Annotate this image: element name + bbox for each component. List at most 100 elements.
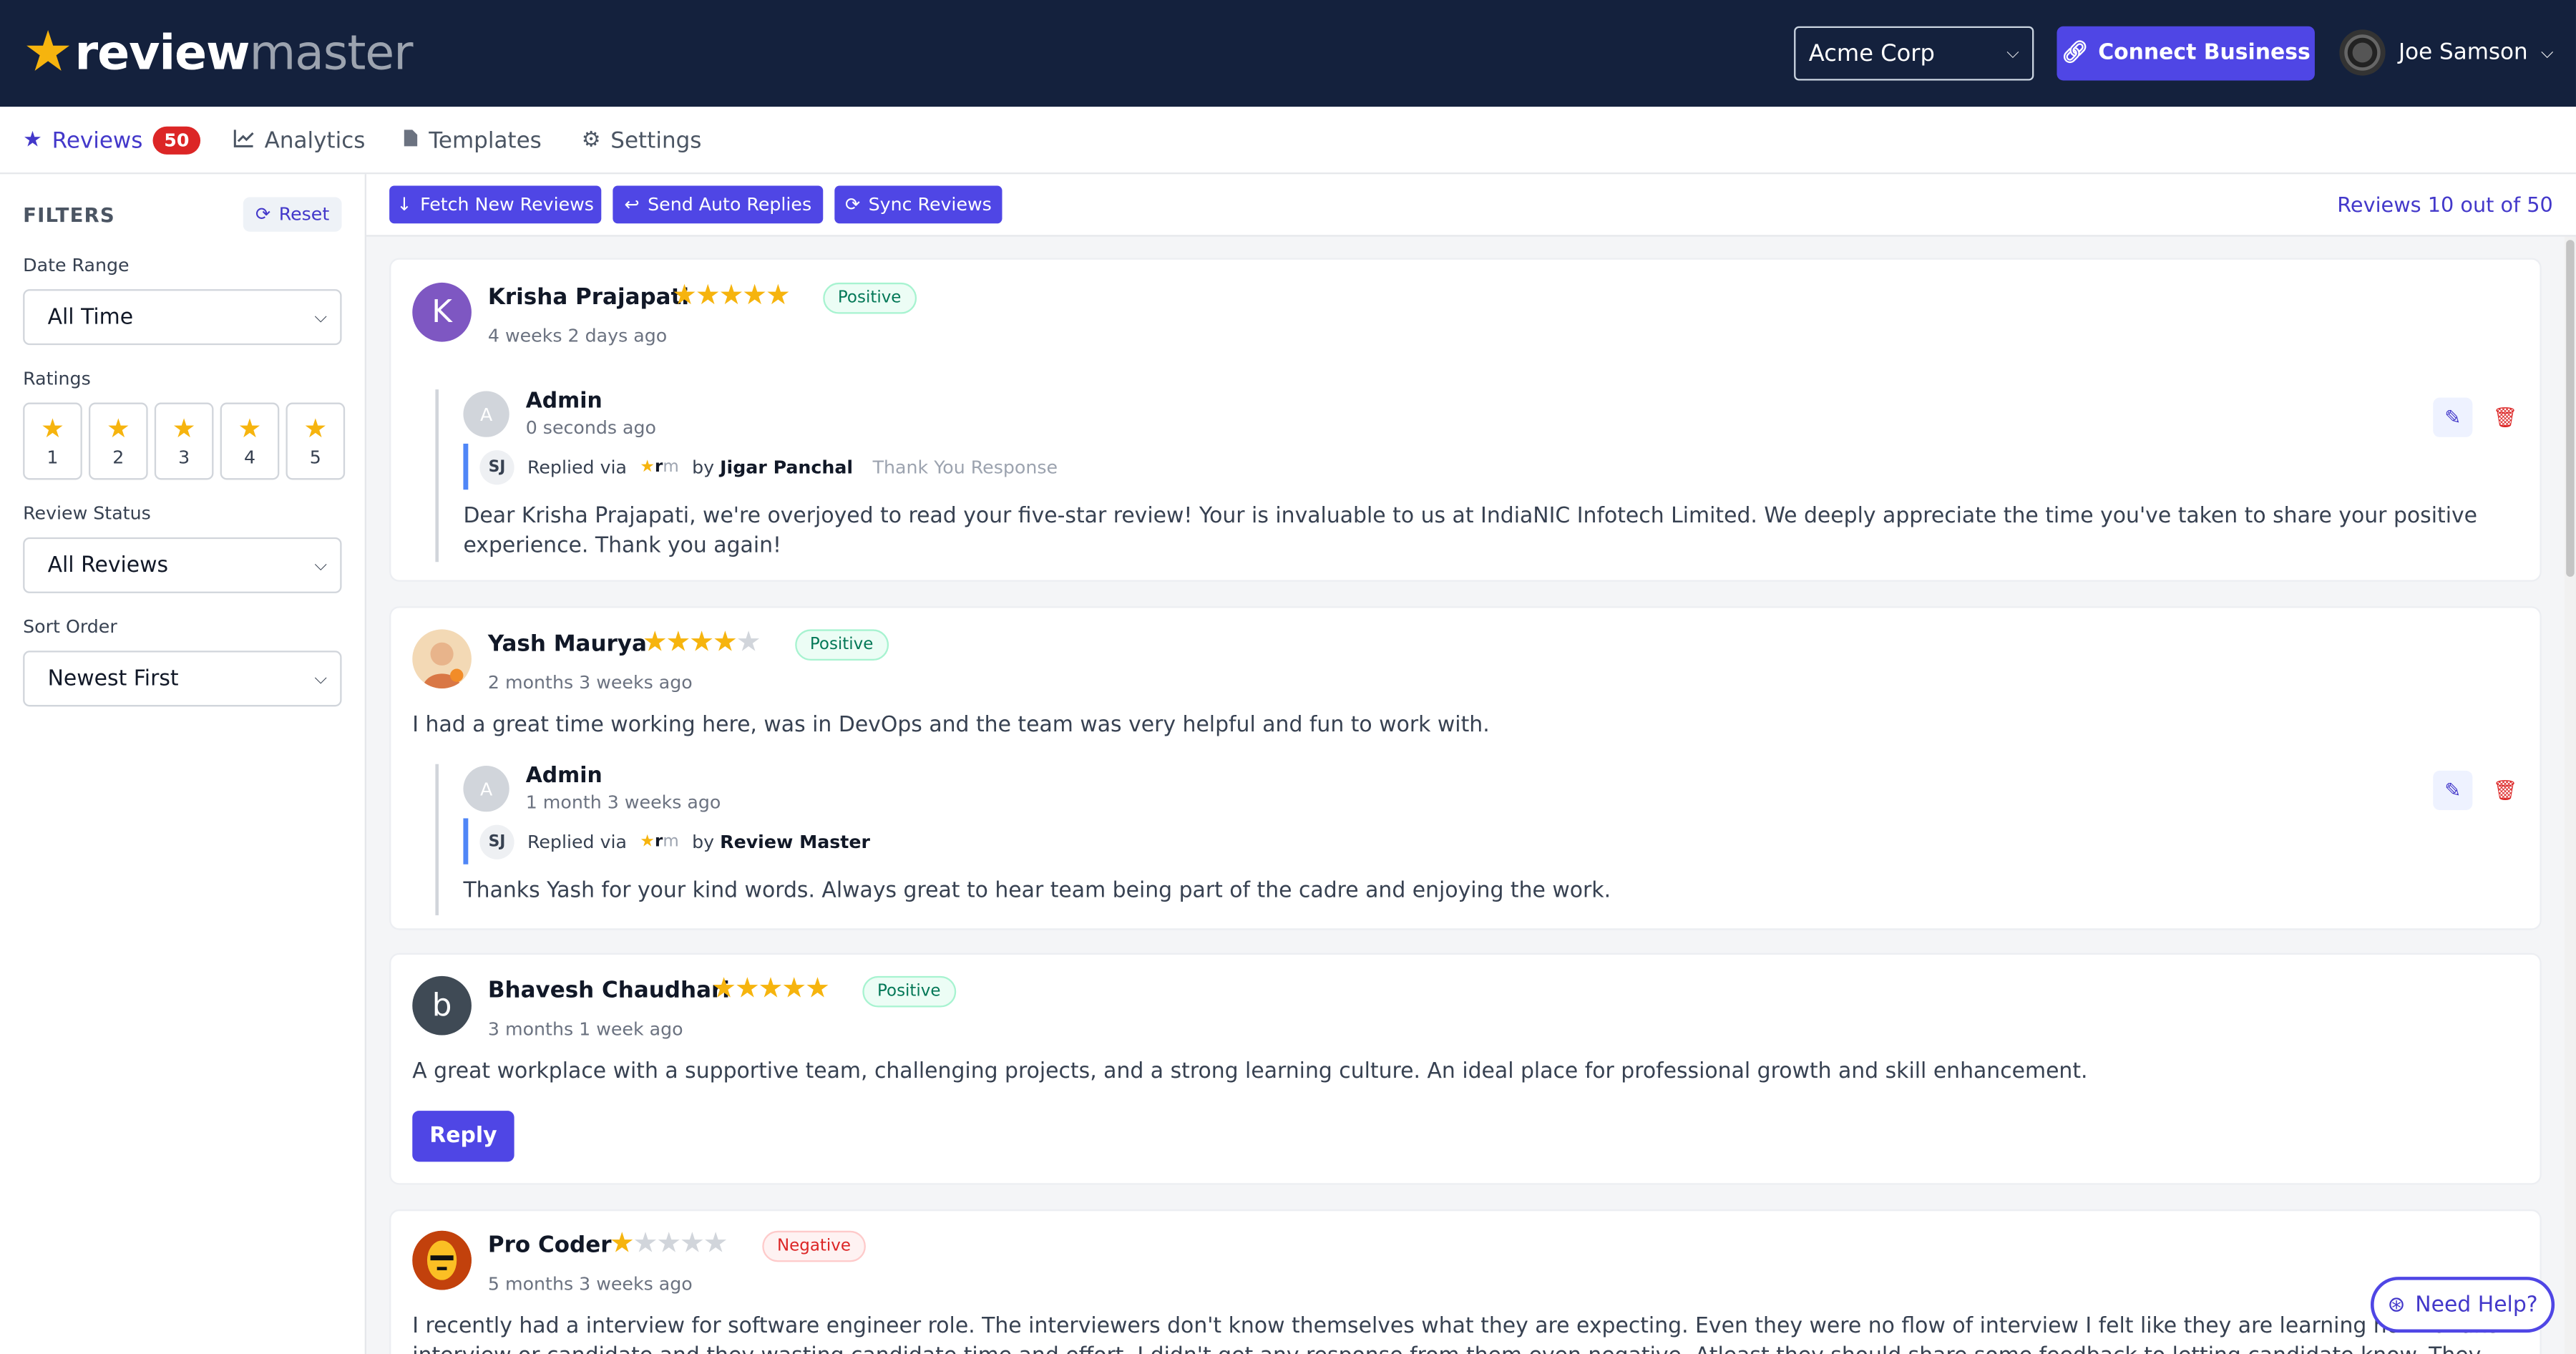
replier-initials: SJ — [479, 824, 514, 859]
need-help-button[interactable]: ⊛ Need Help? — [2370, 1277, 2555, 1333]
replier-name: Review Master — [720, 830, 870, 852]
chart-line-icon — [233, 127, 255, 154]
user-menu[interactable]: Joe Samson ⌵ — [2339, 29, 2553, 76]
connect-business-button[interactable]: 🔗︎ Connect Business — [2057, 26, 2315, 81]
logo-star-icon: ★ — [23, 19, 74, 86]
review-time: 2 months 3 weeks ago — [487, 672, 693, 693]
review-time: 4 weeks 2 days ago — [487, 325, 668, 347]
review-master-mini-logo: ★ r m — [640, 832, 679, 851]
sort-order-label: Sort Order — [23, 616, 117, 638]
tab-analytics[interactable]: Analytics — [233, 107, 365, 174]
sync-icon: ⟳ — [844, 193, 861, 215]
rating-filter-label: 5 — [309, 446, 321, 468]
reset-filters-button[interactable]: ⟳ Reset — [243, 197, 342, 232]
tab-reviews[interactable]: ★ Reviews 50 — [23, 107, 201, 174]
admin-avatar: A — [463, 765, 509, 812]
reviews-toolbar: ↓ Fetch New Reviews ↩ Send Auto Replies … — [366, 174, 2576, 237]
chevron-down-icon: ⌵ — [2006, 44, 2019, 63]
admin-name: Admin — [525, 764, 602, 789]
sync-label: Sync Reviews — [868, 193, 992, 215]
rating-filter-3[interactable]: ★ 3 — [154, 402, 214, 480]
chevron-down-icon: ⌵ — [314, 308, 327, 326]
sentiment-badge: Positive — [823, 282, 917, 314]
star-filled-icon: ★ — [695, 279, 721, 313]
reviewer-name: Bhavesh Chaudhari — [487, 978, 730, 1004]
review-card: Pro Coder ★★★★★ Negative 5 months 3 week… — [389, 1209, 2542, 1354]
rating-filter-label: 1 — [47, 446, 59, 468]
sort-order-select[interactable]: Newest First ⌵ — [23, 651, 342, 707]
admin-avatar: A — [463, 391, 509, 437]
edit-icon: ✎ — [2444, 779, 2462, 802]
sentiment-badge: Positive — [862, 975, 956, 1008]
by-text: by — [692, 830, 715, 852]
filters-sidebar: FILTERS ⟳ Reset Date Range All Time ⌵ Ra… — [0, 174, 366, 1354]
send-auto-replies-button[interactable]: ↩ Send Auto Replies — [613, 185, 824, 224]
rating-filter-5[interactable]: ★ 5 — [286, 402, 346, 480]
review-status-select[interactable]: All Reviews ⌵ — [23, 537, 342, 593]
review-time: 3 months 1 week ago — [487, 1018, 683, 1041]
user-name: Joe Samson — [2399, 39, 2528, 66]
star-filled-icon: ★ — [758, 973, 784, 1006]
reply-button[interactable]: Reply — [412, 1111, 514, 1162]
fetch-new-reviews-button[interactable]: ↓ Fetch New Reviews — [389, 185, 602, 224]
reply-text: Thanks Yash for your kind words. Always … — [463, 879, 1611, 904]
fetch-label: Fetch New Reviews — [420, 193, 594, 215]
gear-icon: ⚙ — [581, 128, 601, 153]
scrollbar-thumb[interactable] — [2566, 240, 2575, 577]
replied-via-row: SJ Replied via ★ r m by Review Master — [463, 818, 870, 864]
reviews-scrollbar[interactable] — [2564, 236, 2576, 1354]
chevron-down-icon: ⌵ — [314, 556, 327, 575]
reply-template-type: Thank You Response — [872, 456, 1058, 478]
star-empty-icon: ★ — [679, 1227, 705, 1261]
tab-settings[interactable]: ⚙ Settings — [582, 107, 702, 174]
replied-by: by Review Master — [692, 831, 870, 852]
rating-filter-label: 4 — [243, 446, 256, 468]
rating-filter-1[interactable]: ★ 1 — [23, 402, 82, 480]
sort-order-value: Newest First — [47, 666, 179, 691]
refresh-icon: ⟳ — [255, 203, 271, 225]
star-filled-icon: ★ — [665, 625, 691, 659]
review-card: b Bhavesh Chaudhari ★★★★★ Positive 3 mon… — [389, 953, 2542, 1185]
reviewer-avatar — [412, 629, 472, 689]
delete-reply-button[interactable]: 🗑︎ — [2486, 398, 2525, 437]
review-time: 5 months 3 weeks ago — [487, 1273, 693, 1295]
link-icon: 🔗︎ — [2061, 41, 2089, 66]
review-status-value: All Reviews — [47, 552, 169, 578]
star-filled-icon: ★ — [689, 625, 714, 659]
tab-templates[interactable]: Templates — [402, 107, 542, 174]
edit-reply-button[interactable]: ✎ — [2433, 770, 2473, 810]
star-filled-icon: ★ — [711, 973, 736, 1006]
delete-reply-button[interactable]: 🗑︎ — [2486, 771, 2525, 810]
star-icon: ★ — [23, 128, 42, 153]
reply-text: Dear Krisha Prajapati, we're overjoyed t… — [463, 504, 2478, 559]
edit-reply-button[interactable]: ✎ — [2433, 397, 2473, 437]
star-icon: ★ — [106, 411, 130, 443]
app-root: ★ review master Acme Corp ⌵ 🔗︎ Connect B… — [0, 0, 2576, 1354]
date-range-select[interactable]: All Time ⌵ — [23, 289, 342, 346]
star-empty-icon: ★ — [656, 1227, 681, 1261]
top-navbar: ★ review master Acme Corp ⌵ 🔗︎ Connect B… — [0, 0, 2576, 107]
logo-text-main: review — [74, 24, 250, 81]
sync-reviews-button[interactable]: ⟳ Sync Reviews — [834, 185, 1002, 224]
star-filled-icon: ★ — [718, 279, 743, 313]
star-icon: ★ — [172, 411, 196, 443]
reviews-count-text: Reviews 10 out of 50 — [2337, 192, 2553, 218]
review-text: I recently had a interview for software … — [412, 1314, 2499, 1354]
rating-filter-2[interactable]: ★ 2 — [88, 402, 148, 480]
star-filled-icon: ★ — [781, 973, 806, 1006]
review-rating-stars: ★★★★★ — [672, 282, 791, 311]
trash-icon: 🗑︎ — [2492, 406, 2518, 429]
reviewer-avatar: b — [412, 975, 472, 1036]
sentiment-badge: Positive — [795, 629, 889, 661]
need-help-label: Need Help? — [2415, 1292, 2538, 1318]
organization-select[interactable]: Acme Corp ⌵ — [1794, 26, 2034, 81]
reviewer-name: Yash Maurya — [487, 630, 647, 658]
rating-filter-4[interactable]: ★ 4 — [220, 402, 280, 480]
star-filled-icon: ★ — [609, 1227, 635, 1261]
reviewer-avatar — [412, 1230, 472, 1290]
replied-by: by Jigar Panchal — [692, 456, 853, 477]
chevron-down-icon: ⌵ — [314, 669, 327, 688]
tab-templates-label: Templates — [429, 127, 542, 154]
logo[interactable]: ★ review master — [23, 19, 413, 86]
reset-label: Reset — [278, 203, 330, 225]
